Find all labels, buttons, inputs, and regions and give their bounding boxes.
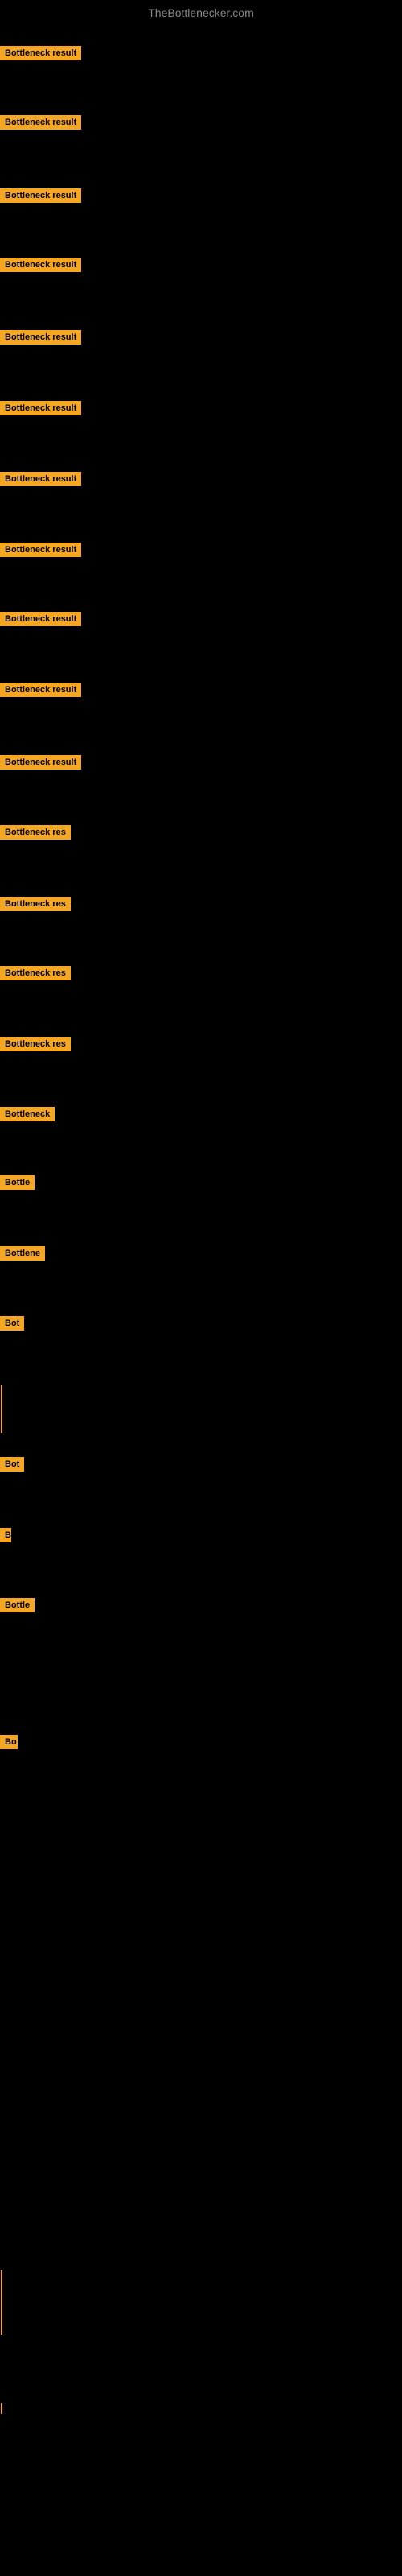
bottleneck-result-badge: Bottleneck result <box>0 46 81 60</box>
vertical-indicator-line <box>1 1385 2 1433</box>
bottleneck-result-badge: Bottle <box>0 1175 35 1190</box>
bottleneck-result-badge: Bot <box>0 1457 24 1472</box>
bottleneck-result-badge: Bottleneck result <box>0 612 81 626</box>
bottleneck-result-badge: Bo <box>0 1735 18 1749</box>
bottleneck-result-badge: Bottleneck result <box>0 472 81 486</box>
bottleneck-result-badge: Bottleneck result <box>0 543 81 557</box>
bottleneck-result-badge: Bottleneck res <box>0 966 71 980</box>
bottleneck-result-badge: Bottleneck res <box>0 897 71 911</box>
bottleneck-result-badge: Bottleneck result <box>0 401 81 415</box>
bottleneck-result-badge: Bottleneck <box>0 1107 55 1121</box>
bottleneck-result-badge: B <box>0 1528 11 1542</box>
bottleneck-result-badge: Bottleneck result <box>0 330 81 345</box>
bottleneck-result-badge: Bottleneck res <box>0 1037 71 1051</box>
bottleneck-result-badge: Bottleneck result <box>0 258 81 272</box>
site-title: TheBottlenecker.com <box>0 0 402 26</box>
bottleneck-result-badge: Bot <box>0 1316 24 1331</box>
bottleneck-result-badge: Bottleneck result <box>0 115 81 130</box>
bottleneck-result-badge: Bottleneck result <box>0 683 81 697</box>
bottleneck-result-badge: Bottlene <box>0 1246 45 1261</box>
vertical-indicator-line <box>1 2403 2 2414</box>
bottleneck-result-badge: Bottleneck result <box>0 755 81 770</box>
bottleneck-result-badge: Bottleneck res <box>0 825 71 840</box>
vertical-indicator-line <box>1 2270 2 2334</box>
bottleneck-result-badge: Bottleneck result <box>0 188 81 203</box>
bottleneck-result-badge: Bottle <box>0 1598 35 1612</box>
